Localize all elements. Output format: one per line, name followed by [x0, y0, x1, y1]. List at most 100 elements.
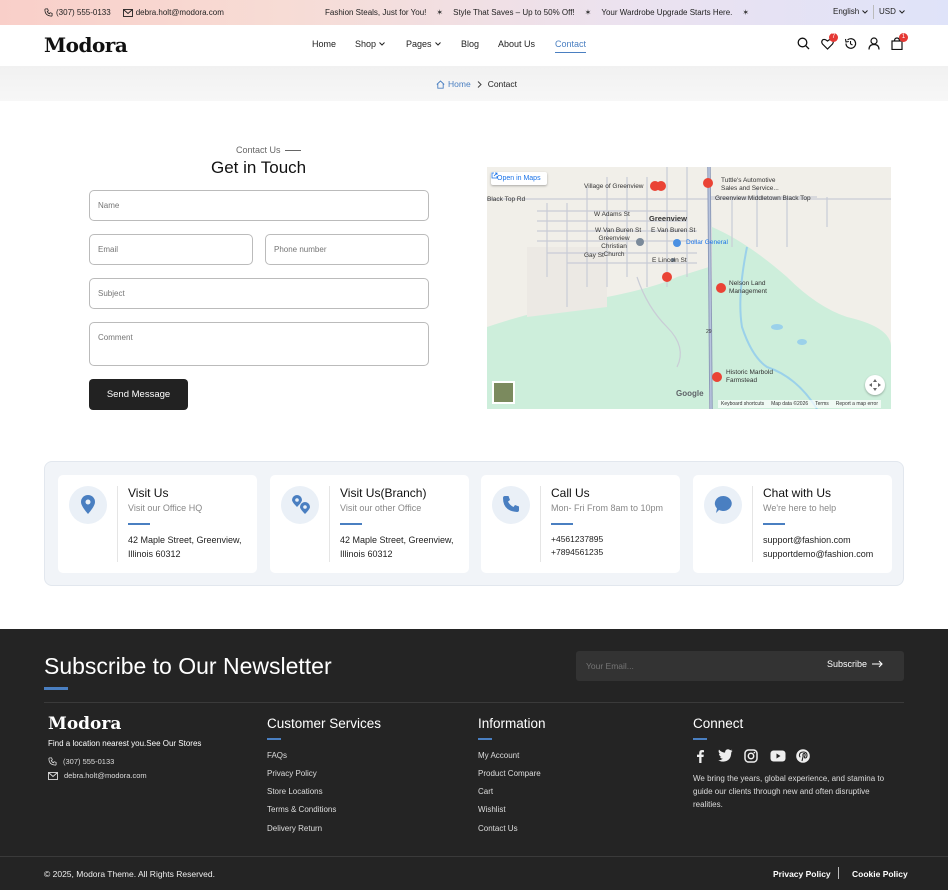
footer-link-terms[interactable]: Terms & Conditions [267, 805, 336, 814]
newsletter-email-input[interactable] [576, 651, 806, 681]
card-subtitle: We're here to help [763, 503, 837, 513]
card-divider [540, 486, 541, 562]
card-line[interactable]: +7894561235 [551, 546, 603, 559]
info-card-icon-wrap [281, 486, 319, 524]
card-title: Visit Us(Branch) [340, 486, 427, 500]
card-line[interactable]: support@fashion.com [763, 533, 873, 547]
cart-button[interactable]: 1 [891, 33, 908, 51]
mail-icon [48, 771, 58, 780]
phone-input[interactable] [265, 234, 429, 265]
subscribe-button[interactable]: Subscribe [827, 659, 883, 669]
footer-link-compare[interactable]: Product Compare [478, 769, 541, 778]
email-input[interactable] [89, 234, 253, 265]
currency-value: USD [879, 7, 896, 16]
site-logo[interactable]: Modora [44, 33, 128, 57]
phone-icon [48, 757, 57, 766]
search-button[interactable] [797, 37, 811, 51]
location-pin-icon [81, 495, 95, 514]
map-label-nelson: Nelson Land Management [729, 280, 767, 295]
footer-link-cart[interactable]: Cart [478, 787, 493, 796]
card-subtitle: Visit our other Office [340, 503, 422, 513]
footer-phone[interactable]: (307) 555-0133 [48, 757, 114, 766]
column-accent [478, 738, 492, 740]
footer-link-privacy[interactable]: Privacy Policy [267, 769, 317, 778]
card-line[interactable]: supportdemo@fashion.com [763, 547, 873, 561]
instagram-link[interactable] [744, 749, 758, 763]
language-value: English [833, 7, 860, 16]
nav-pages[interactable]: Pages [406, 39, 441, 49]
card-body: 42 Maple Street, Greenview, Illinois 603… [128, 533, 242, 561]
location-map[interactable]: Open in Maps Village of Greenview Tuttle… [487, 167, 891, 409]
name-input[interactable] [89, 190, 429, 221]
contact-sub-label: Contact Us [236, 145, 301, 155]
footer-link-wishlist[interactable]: Wishlist [478, 805, 506, 814]
branch-locations-icon [292, 495, 310, 514]
chevron-right-icon [477, 80, 482, 88]
youtube-link[interactable] [770, 749, 786, 763]
breadcrumb-home[interactable]: Home [436, 79, 471, 89]
top-phone-text: (307) 555-0133 [56, 8, 111, 17]
nav-contact[interactable]: Contact [555, 39, 587, 53]
twitter-link[interactable] [718, 749, 733, 763]
footer-email[interactable]: debra.holt@modora.com [48, 771, 147, 780]
language-select[interactable]: English [833, 7, 869, 16]
satellite-toggle[interactable] [492, 381, 515, 404]
promo-2: Style That Saves – Up to 50% Off! [453, 8, 575, 17]
nav-about[interactable]: About Us [498, 39, 535, 49]
comment-textarea[interactable] [89, 322, 429, 366]
phone-icon [503, 496, 519, 512]
send-message-button[interactable]: Send Message [89, 379, 188, 410]
map-locate-button[interactable] [865, 375, 885, 395]
map-terms[interactable]: Terms [815, 401, 829, 407]
external-link-icon [491, 172, 498, 179]
card-line: 42 Maple Street, Greenview, [128, 535, 242, 545]
card-line[interactable]: +4561237895 [551, 533, 603, 546]
facebook-link[interactable] [693, 749, 707, 763]
card-accent [763, 523, 785, 525]
top-phone[interactable]: (307) 555-0133 [44, 8, 111, 17]
top-contact: (307) 555-0133 debra.holt@modora.com [44, 8, 224, 17]
footer-divider [44, 702, 904, 703]
card-accent [551, 523, 573, 525]
history-icon [844, 38, 857, 49]
map-keyboard-shortcuts[interactable]: Keyboard shortcuts [721, 401, 764, 407]
map-label-tuttle: Tuttle's Automotive Sales and Service... [721, 177, 779, 192]
footer-link-stores[interactable]: Store Locations [267, 787, 323, 796]
cookie-policy-link[interactable]: Cookie Policy [852, 869, 908, 879]
footer-logo[interactable]: Modora [48, 714, 121, 734]
currency-select[interactable]: USD [879, 7, 905, 16]
footer-bottom-divider [0, 856, 948, 857]
wishlist-button[interactable]: 7 [821, 33, 838, 51]
google-logo: Google [676, 389, 704, 398]
privacy-policy-link[interactable]: Privacy Policy [773, 869, 831, 879]
map-label-w-adams: W Adams St [594, 211, 630, 218]
youtube-icon [770, 750, 786, 762]
contact-sub-label-text: Contact Us [236, 145, 281, 155]
footer-link-faqs[interactable]: FAQs [267, 751, 287, 760]
promo-ticker: Fashion Steals, Just for You! ✶ Style Th… [325, 8, 749, 17]
pinterest-link[interactable] [796, 749, 810, 763]
card-line: Illinois 60312 [340, 549, 393, 559]
footer-link-account[interactable]: My Account [478, 751, 519, 760]
map-data: Map data ©2026 [771, 401, 809, 407]
card-divider [329, 486, 330, 562]
account-button[interactable] [868, 37, 882, 51]
subject-input[interactable] [89, 278, 429, 309]
nav-home[interactable]: Home [312, 39, 336, 49]
info-card-icon-wrap [69, 486, 107, 524]
chat-bubble-icon [714, 495, 732, 513]
map-report[interactable]: Report a map error [836, 401, 878, 407]
footer-link-delivery[interactable]: Delivery Return [267, 824, 322, 833]
card-line: 42 Maple Street, Greenview, [340, 535, 454, 545]
newsletter-accent [44, 687, 68, 690]
info-card-visit: Visit Us Visit our Office HQ 42 Maple St… [58, 475, 257, 573]
top-email[interactable]: debra.holt@modora.com [122, 8, 224, 17]
open-in-maps-button[interactable]: Open in Maps [491, 172, 547, 185]
sparkle-icon: ✶ [742, 8, 750, 17]
chevron-down-icon [379, 42, 385, 46]
footer-link-contact[interactable]: Contact Us [478, 824, 518, 833]
history-button[interactable] [844, 37, 858, 51]
nav-blog[interactable]: Blog [461, 39, 479, 49]
footer-find-stores[interactable]: Find a location nearest you.See Our Stor… [48, 739, 201, 748]
nav-shop[interactable]: Shop [355, 39, 385, 49]
